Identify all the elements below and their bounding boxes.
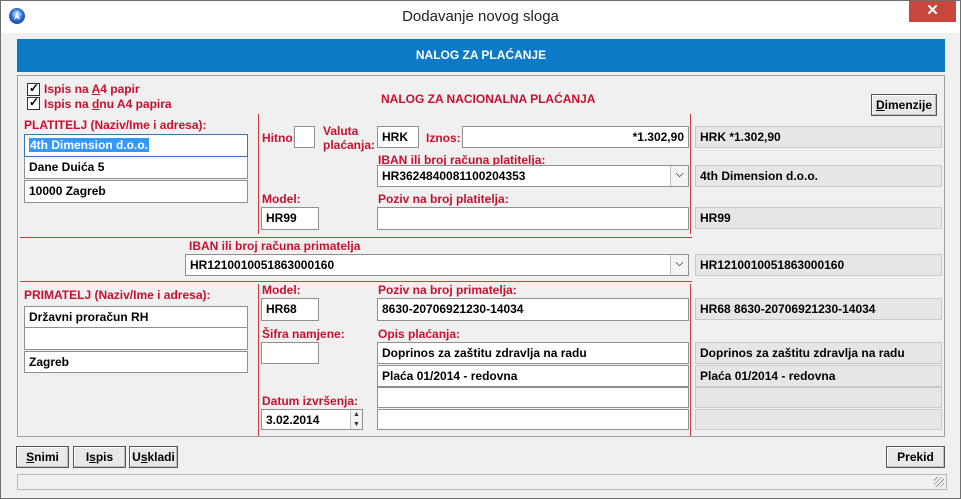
recipient-label: PRIMATELJ (Naziv/Ime i adresa): [24,288,211,302]
recipient-ref-input[interactable]: 8630-20706921230-14034 [377,298,689,321]
preview-recipient-ref: HR68 8630-20706921230-14034 [695,298,942,320]
description-label: Opis plaćanja: [378,327,461,341]
close-button[interactable]: ✕ [909,1,956,22]
preview-description-1: Doprinos za zaštitu zdravlja na radu [695,342,942,364]
purpose-code-input[interactable] [261,342,319,364]
preview-recipient-iban: HR1210010051863000160 [695,254,942,276]
spin-down-icon[interactable]: ▼ [351,420,362,430]
preview-amount: HRK *1.302,90 [695,126,942,148]
payer-model-label: Model: [262,192,301,206]
recipient-model-input[interactable]: HR68 [261,298,319,321]
sync-button[interactable]: Uskladi [129,446,178,468]
description-line-4[interactable] [377,409,689,430]
divider-right-top [690,114,691,234]
spin-up-icon[interactable]: ▲ [351,410,362,420]
print-a4-bottom-checkbox[interactable] [27,95,40,110]
recipient-name-input[interactable]: Državni proračun RH [24,306,248,328]
divider-left-top [258,114,259,234]
preview-description-2: Plaća 01/2014 - redovna [695,365,942,387]
description-line-3[interactable] [377,387,689,408]
window-title: Dodavanje novog sloga [402,8,559,25]
payer-model-input[interactable]: HR99 [261,207,319,230]
print-button[interactable]: Ispis [73,446,126,468]
purpose-code-label: Šifra namjene: [262,327,345,341]
date-spinner[interactable]: ▲ ▼ [350,410,362,429]
print-a4-label: Ispis na A4 papir [44,82,140,96]
payer-label: PLATITELJ (Naziv/Ime i adresa): [24,118,207,132]
payer-name-input[interactable]: 4th Dimension d.o.o. [24,134,248,157]
chevron-down-icon[interactable]: ⌵ [670,255,688,275]
recipient-model-label: Model: [262,283,301,297]
resize-grip-icon[interactable] [934,477,944,487]
recipient-iban-label: IBAN ili broj računa primatelja [189,239,361,253]
print-a4-bottom-label: Ispis na dnu A4 papira [44,97,172,111]
form-banner: NALOG ZA PLAĆANJE [17,39,945,72]
currency-input[interactable]: HRK [377,126,419,148]
payer-ref-label: Poziv na broj platitelja: [378,192,509,206]
recipient-street-input[interactable] [24,328,248,350]
cancel-button[interactable]: Prekid [886,446,945,468]
payer-street-input[interactable]: Dane Duića 5 [24,157,248,179]
currency-label-2: plaćanja: [323,138,376,152]
title-bar[interactable]: Dodavanje novog sloga ✕ [1,1,960,33]
recipient-ref-label: Poziv na broj primatelja: [378,283,517,297]
description-line-2[interactable]: Plaća 01/2014 - redovna [377,365,689,387]
execution-date-input[interactable]: 3.02.2014 ▲ ▼ [261,409,363,430]
divider-recipient-iban-top [20,237,692,238]
preview-payer-model: HR99 [695,207,942,229]
divider-right-bottom [690,284,691,436]
payment-order-panel: Ispis na A4 papir Ispis na dnu A4 papira… [17,75,945,437]
divider-recipient-iban-bottom [20,281,692,282]
preview-payer: 4th Dimension d.o.o. [695,165,942,187]
client-area: NALOG ZA PLAĆANJE Ispis na A4 papir Ispi… [9,33,953,492]
urgent-input[interactable] [294,126,315,148]
description-line-1[interactable]: Doprinos za zaštitu zdravlja na radu [377,342,689,364]
dimensions-button[interactable]: Dimenzije [871,94,937,116]
preview-description-3 [695,387,942,408]
save-button[interactable]: Snimi [16,446,69,468]
amount-input[interactable]: *1.302,90 [462,126,689,148]
chevron-down-icon[interactable]: ⌵ [670,166,688,186]
dialog-window: Dodavanje novog sloga ✕ NALOG ZA PLAĆANJ… [0,0,961,499]
status-bar [17,474,947,490]
amount-label: Iznos: [426,131,461,145]
currency-label-1: Valuta [323,124,359,138]
execution-date-label: Datum izvršenja: [262,394,359,408]
payer-iban-combobox[interactable]: HR3624840081100204353 ⌵ [377,165,689,187]
preview-description-4 [695,409,942,430]
urgent-label: Hitno: [262,131,297,145]
recipient-city-input[interactable]: Zagreb [24,351,248,373]
form-title: NALOG ZA NACIONALNA PLAĆANJA [381,92,596,106]
divider-left-bottom [258,284,259,436]
payer-city-input[interactable]: 10000 Zagreb [24,180,248,203]
recipient-iban-combobox[interactable]: HR1210010051863000160 ⌵ [185,254,689,276]
payer-ref-input[interactable] [377,207,689,230]
